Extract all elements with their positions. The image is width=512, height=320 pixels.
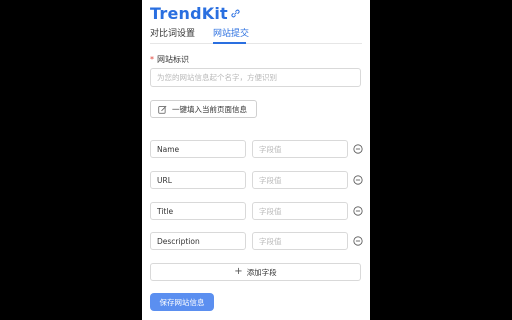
active-tab-indicator: [213, 42, 246, 44]
remove-field-icon[interactable]: [353, 144, 363, 154]
field-row: [150, 140, 363, 158]
app-header: TrendKit: [150, 3, 240, 23]
autofill-button[interactable]: 一键填入当前页面信息: [150, 100, 257, 118]
tab-compare-settings[interactable]: 对比词设置: [150, 26, 195, 39]
extension-panel: TrendKit 对比词设置 网站提交 *网站标识 一键填入当前页面信息: [142, 0, 370, 320]
field-key-input[interactable]: [150, 171, 246, 189]
tab-site-submit[interactable]: 网站提交: [213, 26, 249, 39]
remove-field-icon[interactable]: [353, 236, 363, 246]
autofill-button-label: 一键填入当前页面信息: [172, 104, 247, 114]
add-field-label: 添加字段: [246, 267, 277, 277]
app-title: TrendKit: [150, 3, 228, 23]
site-label-text: 网站标识: [157, 55, 189, 64]
required-mark: *: [150, 55, 154, 64]
field-key-input[interactable]: [150, 232, 246, 250]
field-row: [150, 232, 363, 250]
field-value-input[interactable]: [252, 171, 348, 189]
field-row: [150, 202, 363, 220]
field-value-input[interactable]: [252, 232, 348, 250]
add-field-button[interactable]: + 添加字段: [150, 263, 361, 281]
site-name-input[interactable]: [150, 68, 361, 87]
remove-field-icon[interactable]: [353, 206, 363, 216]
remove-field-icon[interactable]: [353, 175, 363, 185]
field-row: [150, 171, 363, 189]
site-label: * 网站标识: [150, 54, 189, 65]
plus-icon: +: [234, 266, 243, 277]
field-key-input[interactable]: [150, 140, 246, 158]
edit-icon: [158, 105, 167, 114]
save-site-button[interactable]: 保存网站信息: [150, 293, 214, 311]
link-icon: [231, 9, 240, 17]
tab-bar: 对比词设置 网站提交: [150, 22, 362, 44]
field-value-input[interactable]: [252, 140, 348, 158]
field-key-input[interactable]: [150, 202, 246, 220]
field-value-input[interactable]: [252, 202, 348, 220]
